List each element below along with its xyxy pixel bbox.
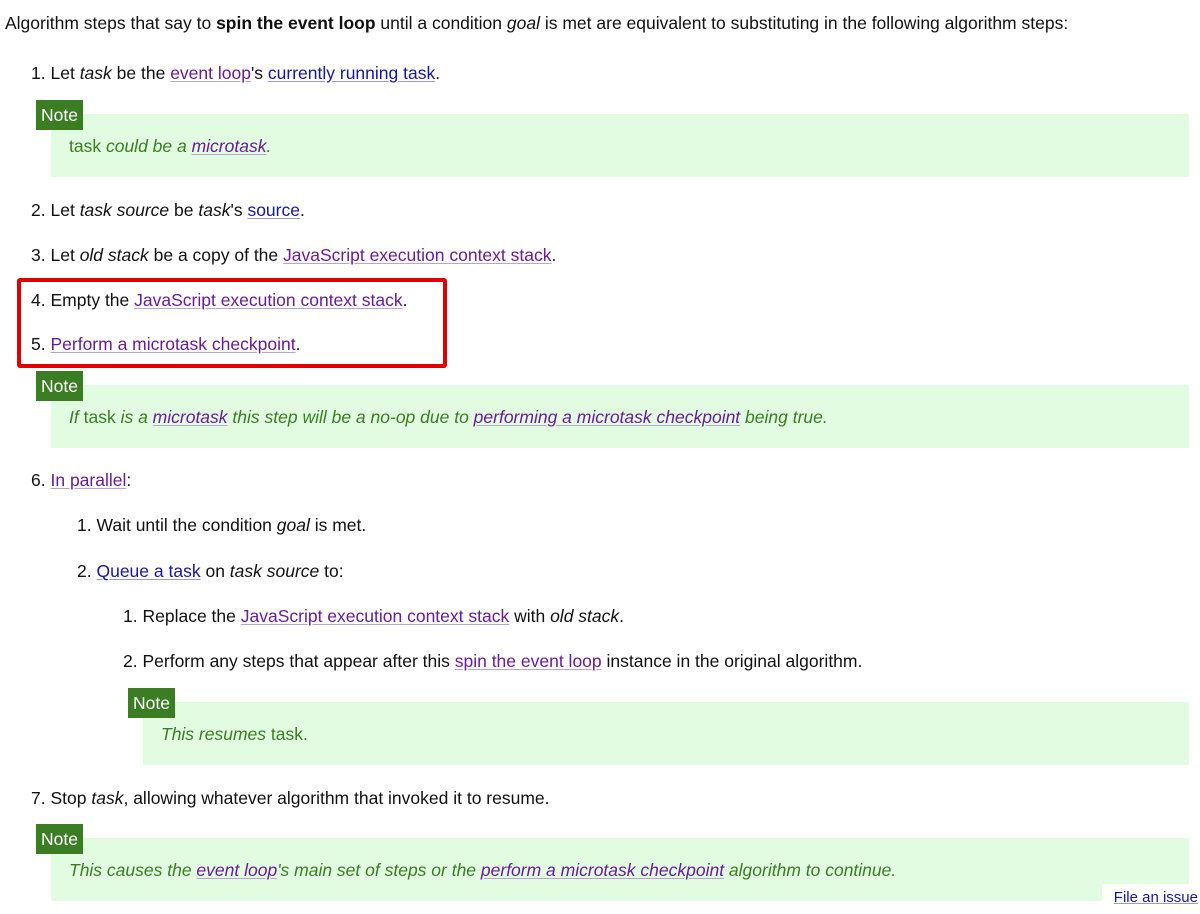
step-6-2-2: 2. Perform any steps that appear after t… xyxy=(123,651,863,671)
step-1: 1. Let task be the event loop's currentl… xyxy=(31,63,441,83)
note-text: If task is a microtask this step will be… xyxy=(69,407,828,427)
link-javascript-execution-context-stack[interactable]: JavaScript execution context stack xyxy=(241,606,509,626)
term-spin-the-event-loop: spin the event loop xyxy=(216,13,376,33)
step-6-2: 2. Queue a task on task source to: xyxy=(77,561,344,581)
link-event-loop[interactable]: event loop xyxy=(170,63,251,83)
link-microtask[interactable]: microtask xyxy=(153,407,228,427)
note-text: This causes the event loop's main set of… xyxy=(69,860,897,880)
link-in-parallel[interactable]: In parallel xyxy=(50,470,126,490)
step-6-1: 1. Wait until the condition goal is met. xyxy=(77,515,367,535)
step-6-2-1: 1. Replace the JavaScript execution cont… xyxy=(123,606,625,626)
note-label: Note xyxy=(36,100,83,130)
note-label: Note xyxy=(36,824,83,854)
link-perform-a-microtask-checkpoint[interactable]: perform a microtask checkpoint xyxy=(481,860,724,880)
note-label: Note xyxy=(36,371,83,401)
step-5: 5. Perform a microtask checkpoint. xyxy=(31,334,301,354)
link-currently-running-task[interactable]: currently running task xyxy=(268,63,435,83)
step-6: 6. In parallel: xyxy=(31,470,132,490)
intro-paragraph: Algorithm steps that say to spin the eve… xyxy=(5,13,1069,33)
link-performing-a-microtask-checkpoint[interactable]: performing a microtask checkpoint xyxy=(474,407,741,427)
link-event-loop[interactable]: event loop xyxy=(196,860,277,880)
link-spin-the-event-loop[interactable]: spin the event loop xyxy=(455,651,602,671)
link-source[interactable]: source xyxy=(247,200,300,220)
step-7: 7. Stop task, allowing whatever algorith… xyxy=(31,788,550,808)
note-label: Note xyxy=(128,688,175,718)
link-javascript-execution-context-stack[interactable]: JavaScript execution context stack xyxy=(283,245,551,265)
file-issue-container: File an issue xyxy=(1101,884,1200,908)
step-2: 2. Let task source be task's source. xyxy=(31,200,305,220)
note-text: task could be a microtask. xyxy=(69,136,272,156)
step-3: 3. Let old stack be a copy of the JavaSc… xyxy=(31,245,557,265)
link-perform-a-microtask-checkpoint[interactable]: Perform a microtask checkpoint xyxy=(50,334,295,354)
link-microtask[interactable]: microtask xyxy=(192,136,267,156)
file-an-issue-link[interactable]: File an issue xyxy=(1114,889,1198,906)
link-javascript-execution-context-stack[interactable]: JavaScript execution context stack xyxy=(134,290,402,310)
link-queue-a-task[interactable]: Queue a task xyxy=(96,561,200,581)
step-4: 4. Empty the JavaScript execution contex… xyxy=(31,290,408,310)
note-text: This resumes task. xyxy=(161,724,308,744)
